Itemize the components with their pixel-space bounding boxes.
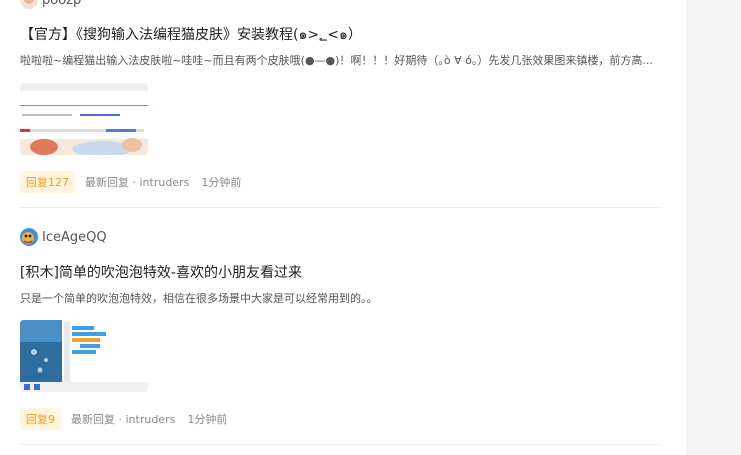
post-excerpt: 只是一个简单的吹泡泡特效，相信在很多场景中大家是可以经常用到的。。 — [20, 292, 378, 305]
post-author[interactable]: poozp — [20, 0, 81, 9]
reply-count-badge[interactable]: 回复9 — [20, 408, 61, 430]
right-sidebar — [686, 0, 741, 455]
avatar[interactable] — [20, 0, 38, 9]
post-time: 1分钟前 — [201, 176, 242, 189]
latest-reply: 最新回复 · intruders — [85, 176, 190, 189]
reply-count-badge[interactable]: 回复127 — [20, 171, 75, 193]
post-item: poozp 【官方】《搜狗输入法编程猫皮肤》安装教程(๑>؂<๑） 啦啦啦~编程… — [20, 0, 662, 208]
post-title[interactable]: [积木]简单的吹泡泡特效-喜欢的小朋友看过来 — [20, 262, 302, 282]
avatar[interactable] — [20, 228, 38, 246]
author-name[interactable]: IceAgeQQ — [42, 230, 107, 245]
post-thumbnail[interactable] — [20, 83, 148, 155]
post-item: IceAgeQQ [积木]简单的吹泡泡特效-喜欢的小朋友看过来 只是一个简单的吹… — [20, 208, 662, 445]
author-name[interactable]: poozp — [42, 0, 81, 8]
post-meta: 回复127 最新回复 · intruders 1分钟前 — [20, 171, 241, 193]
post-time: 1分钟前 — [187, 413, 228, 426]
post-author[interactable]: IceAgeQQ — [20, 228, 107, 246]
post-title[interactable]: 【官方】《搜狗输入法编程猫皮肤》安装教程(๑>؂<๑） — [20, 24, 362, 46]
post-excerpt: 啦啦啦~编程猫出输入法皮肤啦~哇哇~而且有两个皮肤哦(●—●)！啊！！！好期待（… — [20, 54, 653, 67]
post-meta: 回复9 最新回复 · intruders 1分钟前 — [20, 408, 227, 430]
latest-reply: 最新回复 · intruders — [71, 413, 176, 426]
divider — [20, 444, 662, 445]
post-thumbnail[interactable] — [20, 320, 148, 392]
